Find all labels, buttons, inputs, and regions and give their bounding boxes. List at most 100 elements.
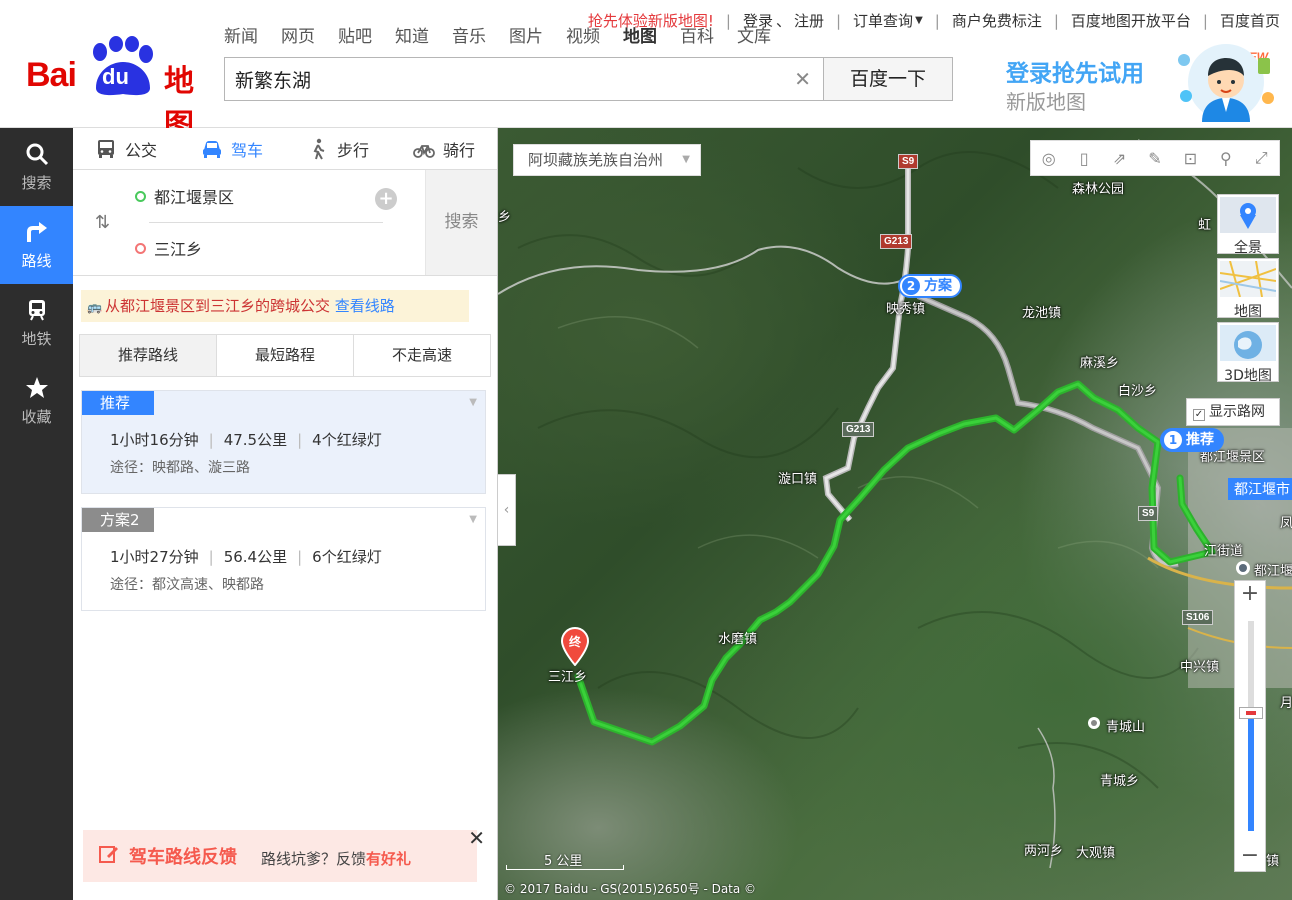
divider xyxy=(149,222,383,223)
collapse-panel-button[interactable]: ‹ xyxy=(498,474,516,546)
route-plan-2[interactable]: 方案2 ▼ 1小时27分钟 | 56.4公里 | 6个红绿灯 途径：都汶高速、映都路 xyxy=(81,507,486,611)
origin-text: 都江堰景区 xyxy=(154,188,235,207)
road-shield: S9 xyxy=(898,154,919,169)
sidebar-item-search[interactable]: 搜索 xyxy=(0,128,73,206)
plan-lights: 4个红绿灯 xyxy=(312,431,382,449)
banner-subtitle: 新版地图 xyxy=(1006,90,1086,114)
close-icon[interactable]: ✕ xyxy=(468,826,485,850)
marker-tool-icon[interactable]: ⚲ xyxy=(1208,149,1243,168)
baidu-map-logo[interactable]: Bai du 地图 xyxy=(24,36,208,143)
swap-icon[interactable]: ⇅ xyxy=(95,212,110,233)
map-label: 镇 xyxy=(1266,854,1280,869)
show-road-network-toggle[interactable]: ✓ 显示路网 xyxy=(1186,398,1280,426)
new-version-link[interactable]: 抢先体验新版地图! xyxy=(588,10,714,31)
tab-bike[interactable]: 骑行 xyxy=(391,137,497,161)
plan2-marker[interactable]: 2 方案 xyxy=(898,274,962,298)
route-icon xyxy=(26,221,47,242)
nav-tieba[interactable]: 贴吧 xyxy=(338,22,372,47)
tab-recommended[interactable]: 推荐路线 xyxy=(80,335,217,376)
traffic-icon[interactable]: ◎ xyxy=(1031,149,1066,168)
subway-icon xyxy=(28,299,45,320)
route-panel: 公交 驾车 步行 骑行 ⇅ 都江堰景区 三江乡 + 搜索 🚌 从都江堰景区到三江乡… xyxy=(73,128,498,900)
map-label: 麻溪乡 xyxy=(1080,356,1120,371)
sidebar-item-route[interactable]: 路线 xyxy=(0,206,73,284)
plan-time: 1小时27分钟 xyxy=(110,548,199,566)
share-icon[interactable]: ⇗ xyxy=(1102,149,1137,168)
panorama-switch[interactable]: 全景 xyxy=(1217,194,1279,256)
merchant-link[interactable]: 商户免费标注 xyxy=(952,10,1042,31)
plan-stats: 1小时27分钟 | 56.4公里 | 6个红绿灯 xyxy=(110,546,382,567)
measure-icon[interactable]: ✎ xyxy=(1137,149,1172,168)
route-feedback-banner[interactable]: 驾车路线反馈 路线坑爹？反馈有好礼 ✕ xyxy=(83,826,485,882)
logo-du-text: du xyxy=(102,64,129,89)
tab-no-highway[interactable]: 不走高速 xyxy=(354,335,490,376)
nav-news[interactable]: 新闻 xyxy=(224,22,258,47)
destination-pin-icon[interactable]: 终 xyxy=(560,626,590,666)
separator: | xyxy=(725,11,731,30)
clear-icon[interactable]: ✕ xyxy=(794,67,811,91)
map-label: 青城乡 xyxy=(1100,774,1140,789)
sidebar-item-subway[interactable]: 地铁 xyxy=(0,284,73,362)
orders-link[interactable]: 订单查询 xyxy=(853,10,913,31)
subway-map-icon[interactable]: ▯ xyxy=(1066,149,1101,168)
sidebar-item-favorites[interactable]: 收藏 xyxy=(0,362,73,440)
open-platform-link[interactable]: 百度地图开放平台 xyxy=(1071,10,1191,31)
map-canvas[interactable]: S9 G213 G213 S106 S9 森林公园 虹 映秀镇 龙池镇 麻溪乡 … xyxy=(498,128,1292,900)
tab-walk[interactable]: 步行 xyxy=(285,137,391,161)
view-routes-link[interactable]: 查看线路 xyxy=(335,297,395,315)
origin-field[interactable]: 都江堰景区 xyxy=(135,184,234,208)
search-button[interactable]: 百度一下 xyxy=(823,57,953,101)
search-icon xyxy=(26,143,48,165)
top-links: 抢先体验新版地图! | 登录 、 注册 | 订单查询 ▼ | 商户免费标注 | … xyxy=(588,10,1280,31)
route-search-button[interactable]: 搜索 xyxy=(425,170,497,275)
separator: | xyxy=(208,431,214,449)
zoom-out-button[interactable]: − xyxy=(1235,843,1265,871)
recommended-marker[interactable]: 1 推荐 xyxy=(1160,428,1224,452)
nav-zhidao[interactable]: 知道 xyxy=(395,22,429,47)
nav-music[interactable]: 音乐 xyxy=(452,22,486,47)
map-label: 漩口镇 xyxy=(778,472,818,487)
tab-bus[interactable]: 公交 xyxy=(73,137,179,161)
baidu-home-link[interactable]: 百度首页 xyxy=(1220,10,1280,31)
map-label: 水磨镇 xyxy=(718,632,758,647)
map-label: 都江堰 xyxy=(1254,564,1292,579)
nav-images[interactable]: 图片 xyxy=(509,22,543,47)
zoom-handle[interactable] xyxy=(1239,707,1263,719)
star-icon xyxy=(25,376,48,398)
route-plan-1[interactable]: 推荐 ▼ 1小时16分钟 | 47.5公里 | 4个红绿灯 途径：映都路、漩三路 xyxy=(81,390,486,494)
chevron-down-icon[interactable]: ▼ xyxy=(469,514,477,525)
3d-map-switch[interactable]: 3D地图 xyxy=(1217,322,1279,384)
login-link[interactable]: 登录 xyxy=(743,10,773,31)
map-label: 虹 xyxy=(1198,218,1212,233)
sidebar-item-label: 收藏 xyxy=(21,407,52,426)
sidebar-item-label: 地铁 xyxy=(21,329,52,348)
cartoon-avatar-icon xyxy=(1178,44,1274,122)
map-type-switch[interactable]: 地图 xyxy=(1217,258,1279,320)
city-label: 都江堰市 xyxy=(1228,478,1292,500)
edit-icon xyxy=(99,846,118,863)
separator: | xyxy=(1202,11,1208,30)
new-version-banner[interactable]: 登录抢先试用 新版地图 NEW xyxy=(1000,36,1290,122)
separator: | xyxy=(1053,11,1059,30)
tab-shortest[interactable]: 最短路程 xyxy=(217,335,354,376)
logo-bai-text: Bai xyxy=(26,56,77,94)
zoom-in-button[interactable]: + xyxy=(1235,581,1265,609)
separator: | xyxy=(835,11,842,30)
tab-label: 公交 xyxy=(124,140,157,160)
sidebar-item-label: 搜索 xyxy=(21,173,52,192)
register-link[interactable]: 注册 xyxy=(794,10,824,31)
tab-drive[interactable]: 驾车 xyxy=(179,137,285,161)
search-input[interactable] xyxy=(225,58,765,100)
screenshot-icon[interactable]: ⊡ xyxy=(1173,149,1208,168)
search-box: ✕ xyxy=(224,57,824,101)
destination-text: 三江乡 xyxy=(154,240,203,259)
add-waypoint-icon[interactable]: + xyxy=(375,188,397,210)
chevron-down-icon[interactable]: ▼ xyxy=(469,397,477,408)
travel-mode-tabs: 公交 驾车 步行 骑行 xyxy=(73,128,497,170)
nav-web[interactable]: 网页 xyxy=(281,22,315,47)
destination-field[interactable]: 三江乡 xyxy=(135,236,202,260)
intercity-bus-tip: 🚌 从都江堰景区到三江乡的跨城公交 查看线路 xyxy=(81,290,469,322)
fullscreen-icon[interactable]: ⤢ xyxy=(1244,148,1279,168)
map-label: 森林公园 xyxy=(1072,182,1125,197)
region-select[interactable]: 阿坝藏族羌族自治州 ▼ xyxy=(513,144,701,176)
